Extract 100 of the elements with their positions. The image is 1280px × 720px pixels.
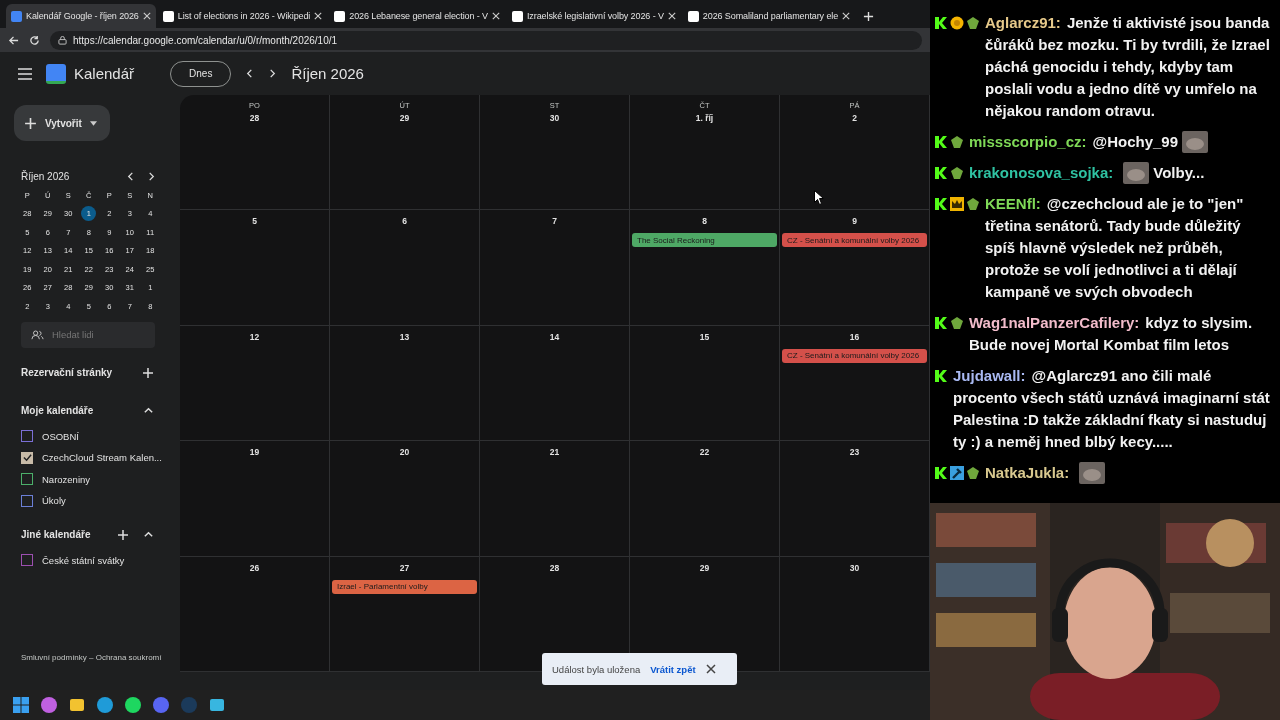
- url-text: https://calendar.google.com/calendar/u/0/r/month/2026/10/1: [73, 34, 338, 46]
- k-badge-icon: [934, 369, 948, 383]
- calendar-checkbox[interactable]: [21, 494, 33, 507]
- emote-icon: [1182, 131, 1209, 153]
- address-bar[interactable]: https://calendar.google.com/calendar/u/0/r/month/2026/10/1: [50, 30, 922, 50]
- k-badge-icon: [934, 166, 948, 180]
- day-number[interactable]: 14: [549, 331, 560, 342]
- calendar-event[interactable]: CZ - Senátní a komunální volby 2026: [782, 348, 927, 363]
- search-people-field[interactable]: Hledat lidi: [52, 323, 142, 346]
- gem-badge-icon: [950, 135, 964, 149]
- day-number[interactable]: 7: [552, 216, 557, 227]
- footer-links[interactable]: Smluvní podmínky – Ochrana soukromí: [21, 653, 180, 662]
- month-title: Říjen 2026: [291, 65, 364, 82]
- day-number[interactable]: 19: [249, 447, 260, 458]
- section-title: Moje kalendáře: [21, 405, 94, 416]
- back-icon[interactable]: [8, 34, 19, 46]
- undo-button[interactable]: Vrátit zpět: [650, 663, 696, 675]
- windows-icon[interactable]: [12, 696, 30, 714]
- day-number[interactable]: 26: [249, 562, 260, 573]
- folder-icon[interactable]: [68, 696, 86, 714]
- day-number[interactable]: 27: [399, 562, 410, 573]
- app-title: Kalendář: [74, 65, 135, 82]
- reload-icon[interactable]: [29, 34, 40, 46]
- wiki-favicon-icon: [511, 10, 523, 22]
- mouse-cursor-icon: [814, 190, 824, 205]
- k-badge-icon: [934, 197, 948, 211]
- chevron-left-icon[interactable]: [126, 172, 135, 181]
- browser-tab[interactable]: Izraelské legislativní volby 2026 - V: [506, 4, 681, 28]
- calendar-event[interactable]: The Social Reckoning: [632, 233, 777, 248]
- calendar-checkbox[interactable]: [21, 451, 33, 464]
- day-number[interactable]: 28: [549, 562, 560, 573]
- snackbar-text: Událost byla uložena: [552, 663, 641, 675]
- calendar-label[interactable]: Narozeniny: [42, 473, 91, 485]
- close-icon[interactable]: [705, 664, 716, 674]
- day-number[interactable]: 8: [702, 216, 707, 227]
- day-number[interactable]: 22: [699, 447, 710, 458]
- chevron-left-icon[interactable]: [245, 69, 255, 78]
- browser-tab[interactable]: List of elections in 2026 - Wikipedi: [157, 4, 328, 28]
- gem-badge-icon: [950, 166, 964, 180]
- browser-tab[interactable]: Kalendář Google - říjen 2026: [6, 4, 156, 28]
- chevron-right-icon[interactable]: [147, 172, 156, 181]
- k-badge-icon: [934, 466, 948, 480]
- calendar-logo-icon: [46, 63, 66, 84]
- wiki-favicon-icon: [162, 10, 174, 22]
- calendar-checkbox[interactable]: [21, 473, 33, 486]
- chat-message-text: @Hochy_99: [1092, 132, 1179, 152]
- section-title: Rezervační stránky: [21, 367, 113, 378]
- k-badge-icon: [934, 135, 948, 149]
- calendar-event[interactable]: CZ - Senátní a komunální volby 2026: [782, 233, 927, 248]
- day-number[interactable]: 12: [249, 331, 260, 342]
- day-number[interactable]: 6: [402, 216, 407, 227]
- chat-message-text: Volby...: [1153, 163, 1205, 183]
- section-title: Jiné kalendáře: [21, 529, 91, 540]
- calendar-checkbox[interactable]: [21, 554, 33, 567]
- caret-icon: [89, 120, 97, 126]
- chat-message: Aglarcz91: Jenže ti aktivisté jsou banda čůráků bez mozku. Ti by tvrdili, že Izrael páchá genocidu i tehdy, kdyby tam poslali vodu a jedno dítě vy umřelo na nějakou random otravu.: [985, 13, 1271, 121]
- coin-badge-icon: [950, 16, 964, 30]
- chat-username: NatkaJukla:: [985, 463, 1070, 483]
- emote-icon: [1123, 162, 1150, 184]
- plus-icon[interactable]: [142, 366, 154, 379]
- site-info-icon[interactable]: [58, 35, 67, 45]
- chevron-right-icon[interactable]: [268, 69, 278, 78]
- plus-icon[interactable]: [117, 528, 129, 541]
- create-button[interactable]: Vytvořit: [14, 105, 110, 141]
- menu-icon[interactable]: [18, 67, 32, 80]
- day-number[interactable]: 13: [399, 331, 410, 342]
- day-number[interactable]: 23: [849, 447, 860, 458]
- wiki-favicon-icon: [687, 10, 699, 22]
- browser-tab[interactable]: 2026 Somaliland parliamentary ele: [682, 4, 856, 28]
- day-number[interactable]: 21: [549, 447, 560, 458]
- day-number[interactable]: 28: [249, 113, 260, 123]
- day-number[interactable]: 1. říj: [695, 113, 714, 123]
- notepad-icon[interactable]: [208, 696, 226, 714]
- search-people-field[interactable]: Hledat lidi: [21, 321, 155, 348]
- k-badge-icon: [934, 316, 948, 330]
- day-number[interactable]: 5: [252, 216, 257, 227]
- plus-icon[interactable]: [863, 10, 875, 22]
- day-number[interactable]: 30: [549, 113, 560, 123]
- day-number[interactable]: 15: [699, 331, 710, 342]
- day-number[interactable]: 29: [699, 562, 710, 573]
- day-number[interactable]: 2: [852, 113, 857, 123]
- plus-icon[interactable]: [24, 116, 37, 130]
- day-number[interactable]: 30: [849, 562, 860, 573]
- day-number[interactable]: 16: [849, 331, 860, 342]
- calendar-event[interactable]: Izrael - Parlamentní volby: [332, 579, 477, 594]
- calendar-label[interactable]: Úkoly: [42, 495, 66, 507]
- day-number[interactable]: 9: [852, 216, 857, 227]
- browser-tab[interactable]: 2026 Lebanese general election - V: [329, 4, 505, 28]
- wiki-favicon-icon: [334, 10, 346, 22]
- hammer-badge-icon: [950, 466, 964, 480]
- calendar-checkbox[interactable]: [21, 430, 33, 443]
- calendar-label[interactable]: České státní svátky: [42, 554, 125, 566]
- crown-badge-icon: [950, 197, 964, 211]
- chat-message: Wag1nalPanzerCafilery: kdyz to slysim. Bude novej Mortal Kombat film letos: [969, 313, 1254, 355]
- calendar-label[interactable]: CzechCloud Stream Kalen...: [42, 452, 162, 464]
- day-number[interactable]: 20: [399, 447, 410, 458]
- day-number[interactable]: 29: [399, 113, 410, 123]
- gem-badge-icon: [966, 466, 980, 480]
- calendar-label[interactable]: OSOBNÍ: [42, 430, 79, 442]
- chevron-up-icon[interactable]: [143, 405, 154, 416]
